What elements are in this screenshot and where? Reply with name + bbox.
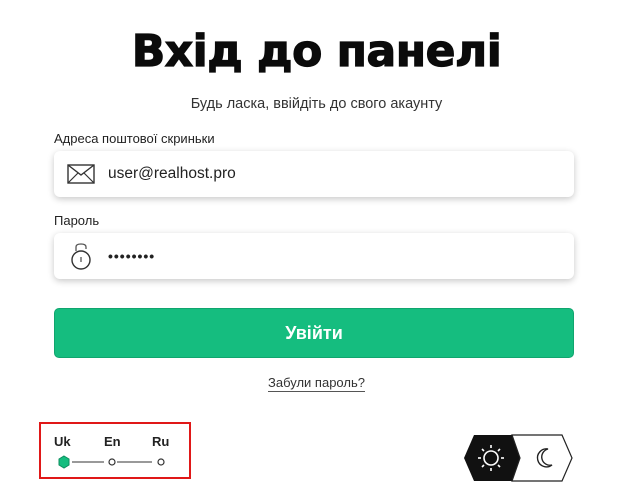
lock-icon [54,233,108,279]
language-track [58,455,165,469]
lang-dot-en[interactable] [108,458,116,466]
password-value: •••••••• [108,248,156,264]
email-field[interactable]: user@realhost.pro [54,151,574,197]
email-value: user@realhost.pro [108,165,236,182]
forgot-password-row: Забули пароль? [0,375,633,392]
login-page: Вхід до панелі Будь ласка, ввійдіть до с… [0,0,633,504]
language-switcher [39,422,191,479]
lang-option-en[interactable]: En [104,434,121,449]
lang-dot-uk-selected[interactable] [58,455,70,469]
lang-dot-ru[interactable] [157,458,165,466]
email-label: Адреса поштової скриньки [54,131,215,146]
password-label: Пароль [54,213,100,228]
lang-option-uk[interactable]: Uk [54,434,71,449]
page-subtitle: Будь ласка, ввійдіть до свого акаунту [190,96,443,112]
forgot-password-link[interactable]: Забули пароль? [268,375,365,392]
password-field[interactable]: •••••••• [54,233,574,279]
page-title: Вхід до панелі [131,25,502,77]
lang-option-ru[interactable]: Ru [152,434,169,449]
theme-light-option[interactable] [464,435,520,481]
envelope-icon [54,151,108,197]
login-button[interactable]: Увійти [54,308,574,358]
theme-toggle[interactable] [462,434,574,482]
